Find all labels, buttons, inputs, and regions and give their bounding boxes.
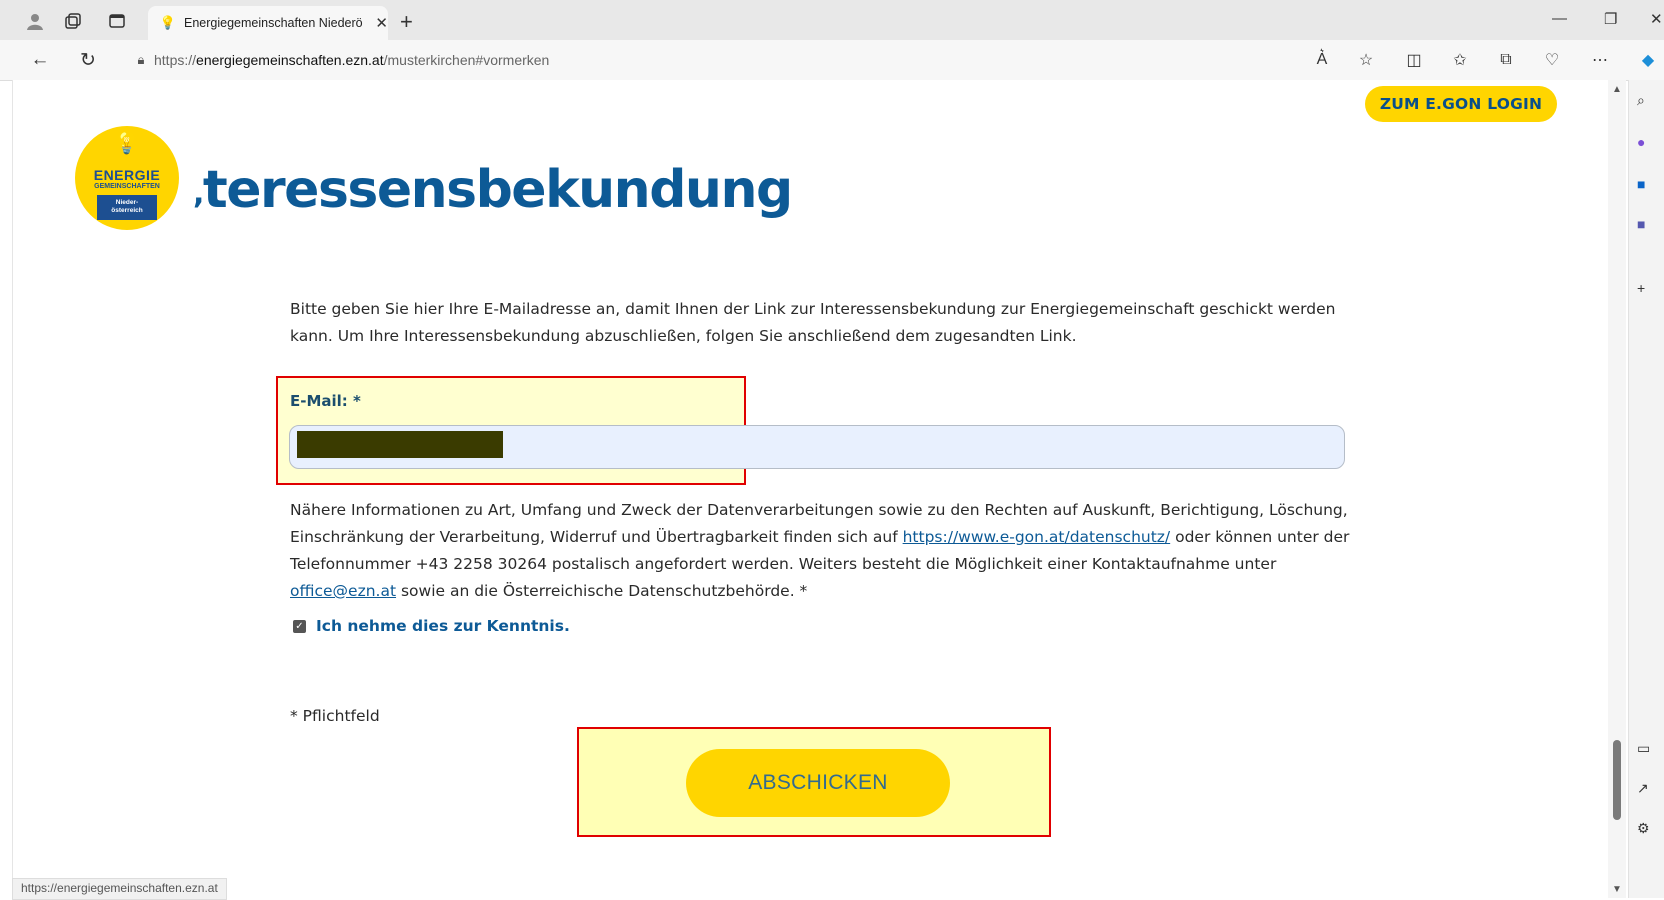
- browser-tab-bar: 💡 Energiegemeinschaften Niederö ✕ + — ❐ …: [0, 0, 1664, 40]
- consent-checkbox-row[interactable]: ✓ Ich nehme dies zur Kenntnis.: [293, 617, 570, 635]
- back-arrow-icon[interactable]: ←: [28, 48, 52, 72]
- url-field[interactable]: 🔒︎ https://energiegemeinschaften.ezn.at /…: [118, 44, 1318, 76]
- page-scrollbar[interactable]: ▲ ▼: [1608, 80, 1626, 898]
- intro-text: Bitte geben Sie hier Ihre E-Mailadresse …: [290, 300, 1336, 345]
- restore-icon[interactable]: ❐: [1604, 10, 1617, 28]
- energiegemeinschaften-logo[interactable]: 💡 ENERGIE GEMEINSCHAFTEN Nieder-österrei…: [75, 126, 179, 230]
- refresh-icon[interactable]: ↻: [76, 48, 100, 72]
- logo-region-badge: Nieder-österreich: [97, 195, 157, 220]
- address-toolbar: ← ↻ 🔒︎ https://energiegemeinschaften.ezn…: [0, 40, 1664, 81]
- profile-icon[interactable]: [24, 10, 46, 32]
- tab-title: Energiegemeinschaften Niederö: [184, 16, 363, 30]
- tab-close-icon[interactable]: ✕: [375, 14, 388, 32]
- url-scheme: https://: [154, 52, 197, 68]
- add-sidebar-app-icon[interactable]: +: [1637, 280, 1645, 296]
- new-tab-icon[interactable]: +: [400, 9, 413, 35]
- logo-text: ENERGIE: [93, 167, 161, 183]
- email-label: E-Mail: *: [290, 392, 361, 410]
- scroll-down-icon[interactable]: ▼: [1612, 884, 1622, 895]
- tab-actions-icon[interactable]: [106, 10, 128, 32]
- privacy-link[interactable]: https://www.e-gon.at/datenschutz/: [903, 528, 1171, 546]
- minimize-icon[interactable]: —: [1552, 10, 1567, 27]
- lightbulb-favicon-icon: 💡: [159, 15, 177, 30]
- copilot-sidebar-icon[interactable]: ●: [1637, 134, 1645, 150]
- teams-icon[interactable]: ■: [1637, 216, 1645, 232]
- scroll-up-icon[interactable]: ▲: [1612, 84, 1622, 95]
- url-host: energiegemeinschaften.ezn.at: [196, 52, 384, 68]
- browser-essentials-icon[interactable]: ♡: [1540, 48, 1564, 72]
- redacted-email-value: [297, 431, 503, 458]
- sidebar-screen-icon[interactable]: ▭: [1637, 740, 1650, 757]
- read-aloud-icon[interactable]: A͛: [1310, 48, 1334, 72]
- sidebar-settings-icon[interactable]: ⚙: [1637, 820, 1650, 837]
- consent-label[interactable]: Ich nehme dies zur Kenntnis.: [316, 617, 570, 635]
- status-bar-url: https://energiegemeinschaften.ezn.at: [12, 878, 227, 900]
- search-icon[interactable]: ⌕: [1637, 92, 1645, 109]
- privacy-info: Nähere Informationen zu Art, Umfang und …: [290, 497, 1380, 605]
- split-screen-icon[interactable]: ◫: [1402, 48, 1426, 72]
- active-tab[interactable]: 💡 Energiegemeinschaften Niederö ✕: [148, 6, 388, 40]
- lock-icon[interactable]: 🔒︎: [128, 52, 154, 68]
- egon-login-button[interactable]: ZUM E.GON LOGIN: [1365, 86, 1557, 122]
- office-email-link[interactable]: office@ezn.at: [290, 582, 396, 600]
- favorites-list-icon[interactable]: ✩: [1448, 48, 1472, 72]
- window-close-icon[interactable]: ✕: [1650, 10, 1663, 28]
- workspaces-icon[interactable]: [62, 10, 84, 32]
- submit-button[interactable]: ABSCHICKEN: [686, 749, 950, 817]
- form-intro: Bitte geben Sie hier Ihre E-Mailadresse …: [290, 296, 1350, 350]
- privacy-text-3: sowie an die Österreichische Datenschutz…: [396, 582, 808, 600]
- edge-sidebar: ⌕ ● ■ ■ + ▭ ↗ ⚙: [1628, 80, 1664, 898]
- favorite-star-icon[interactable]: ☆: [1354, 48, 1378, 72]
- collections-icon[interactable]: ⧉: [1494, 48, 1518, 72]
- url-path: /musterkirchen#vormerken: [383, 52, 550, 68]
- page-title: ,teressensbekundung: [193, 160, 793, 220]
- consent-checkbox[interactable]: ✓: [293, 619, 306, 633]
- more-menu-icon[interactable]: ⋯: [1588, 48, 1612, 72]
- external-link-icon[interactable]: ↗: [1637, 780, 1649, 797]
- outlook-icon[interactable]: ■: [1637, 176, 1645, 192]
- lightbulb-icon: 💡: [113, 132, 141, 155]
- required-field-note: * Pflichtfeld: [290, 707, 380, 725]
- logo-subtext: GEMEINSCHAFTEN: [94, 183, 160, 190]
- copilot-icon[interactable]: ◆: [1636, 48, 1660, 72]
- scroll-thumb[interactable]: [1613, 740, 1621, 820]
